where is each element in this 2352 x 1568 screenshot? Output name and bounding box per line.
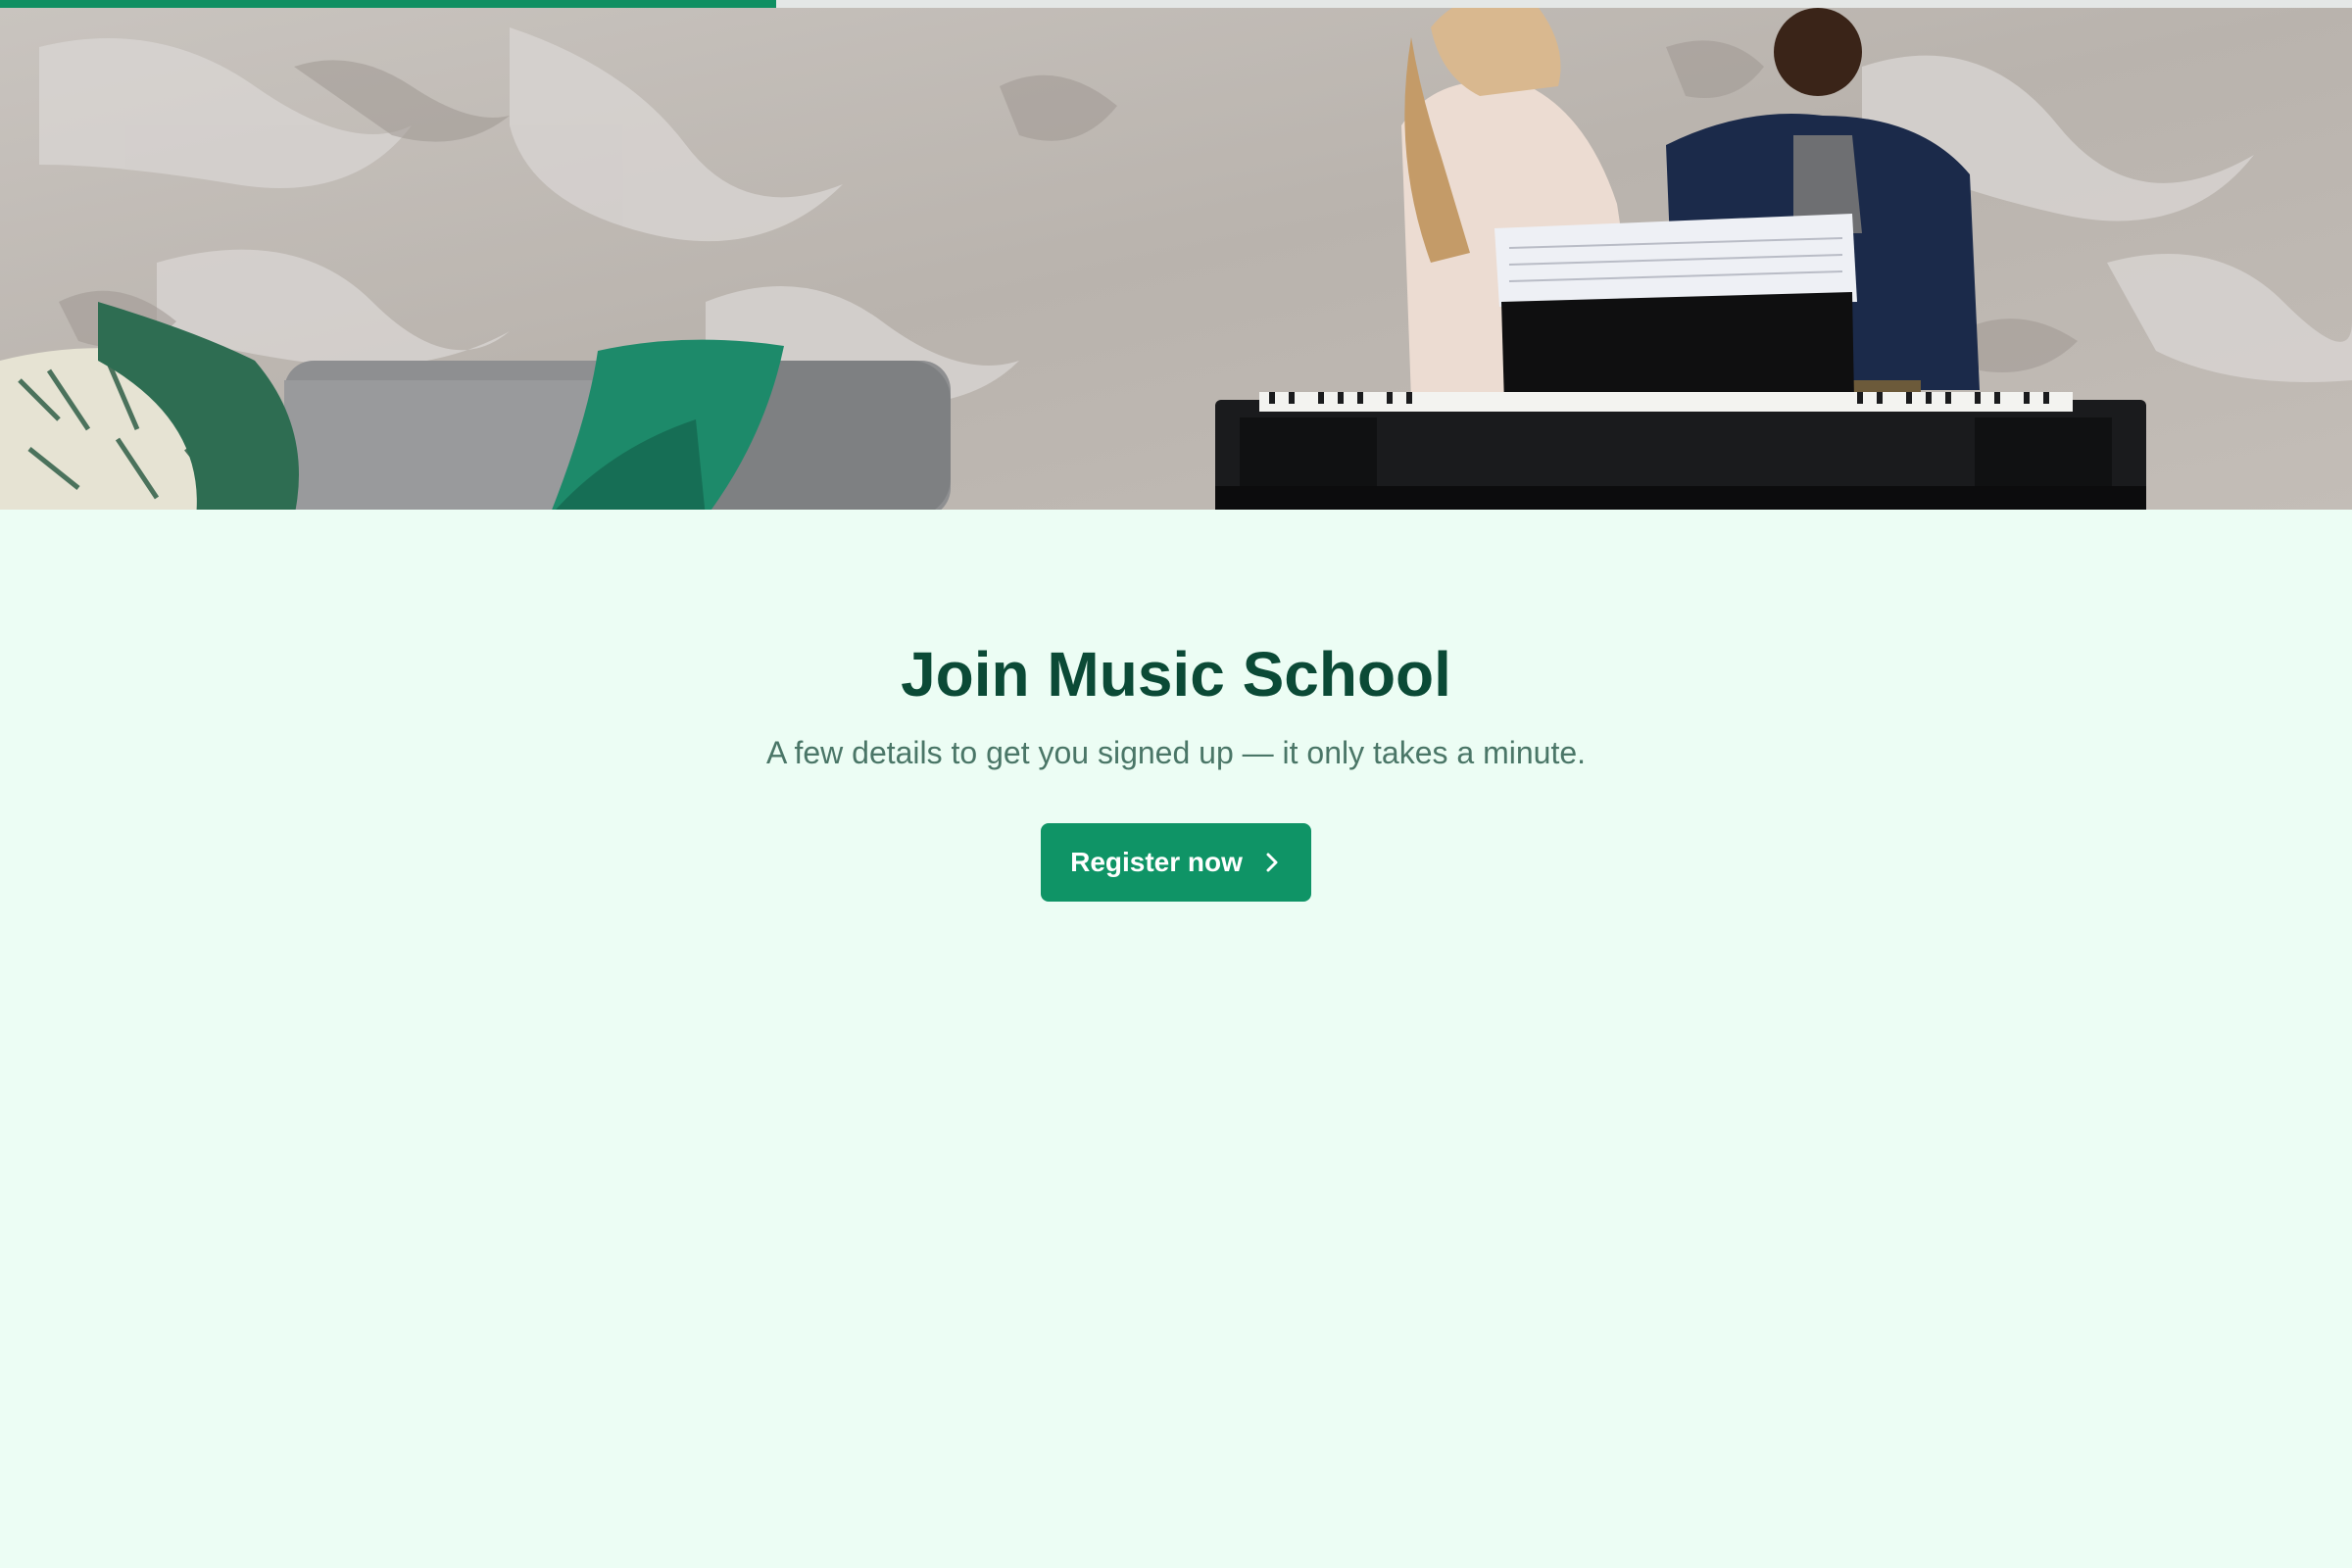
chevron-right-icon — [1262, 851, 1282, 874]
page-subtitle: A few details to get you signed up — it … — [765, 735, 1587, 770]
hero-image — [0, 8, 2352, 510]
progress-bar — [0, 0, 2352, 8]
progress-bar-fill — [0, 0, 776, 8]
page-title: Join Music School — [901, 639, 1451, 710]
register-now-label: Register now — [1070, 847, 1243, 877]
register-now-button[interactable]: Register now — [1041, 823, 1311, 902]
